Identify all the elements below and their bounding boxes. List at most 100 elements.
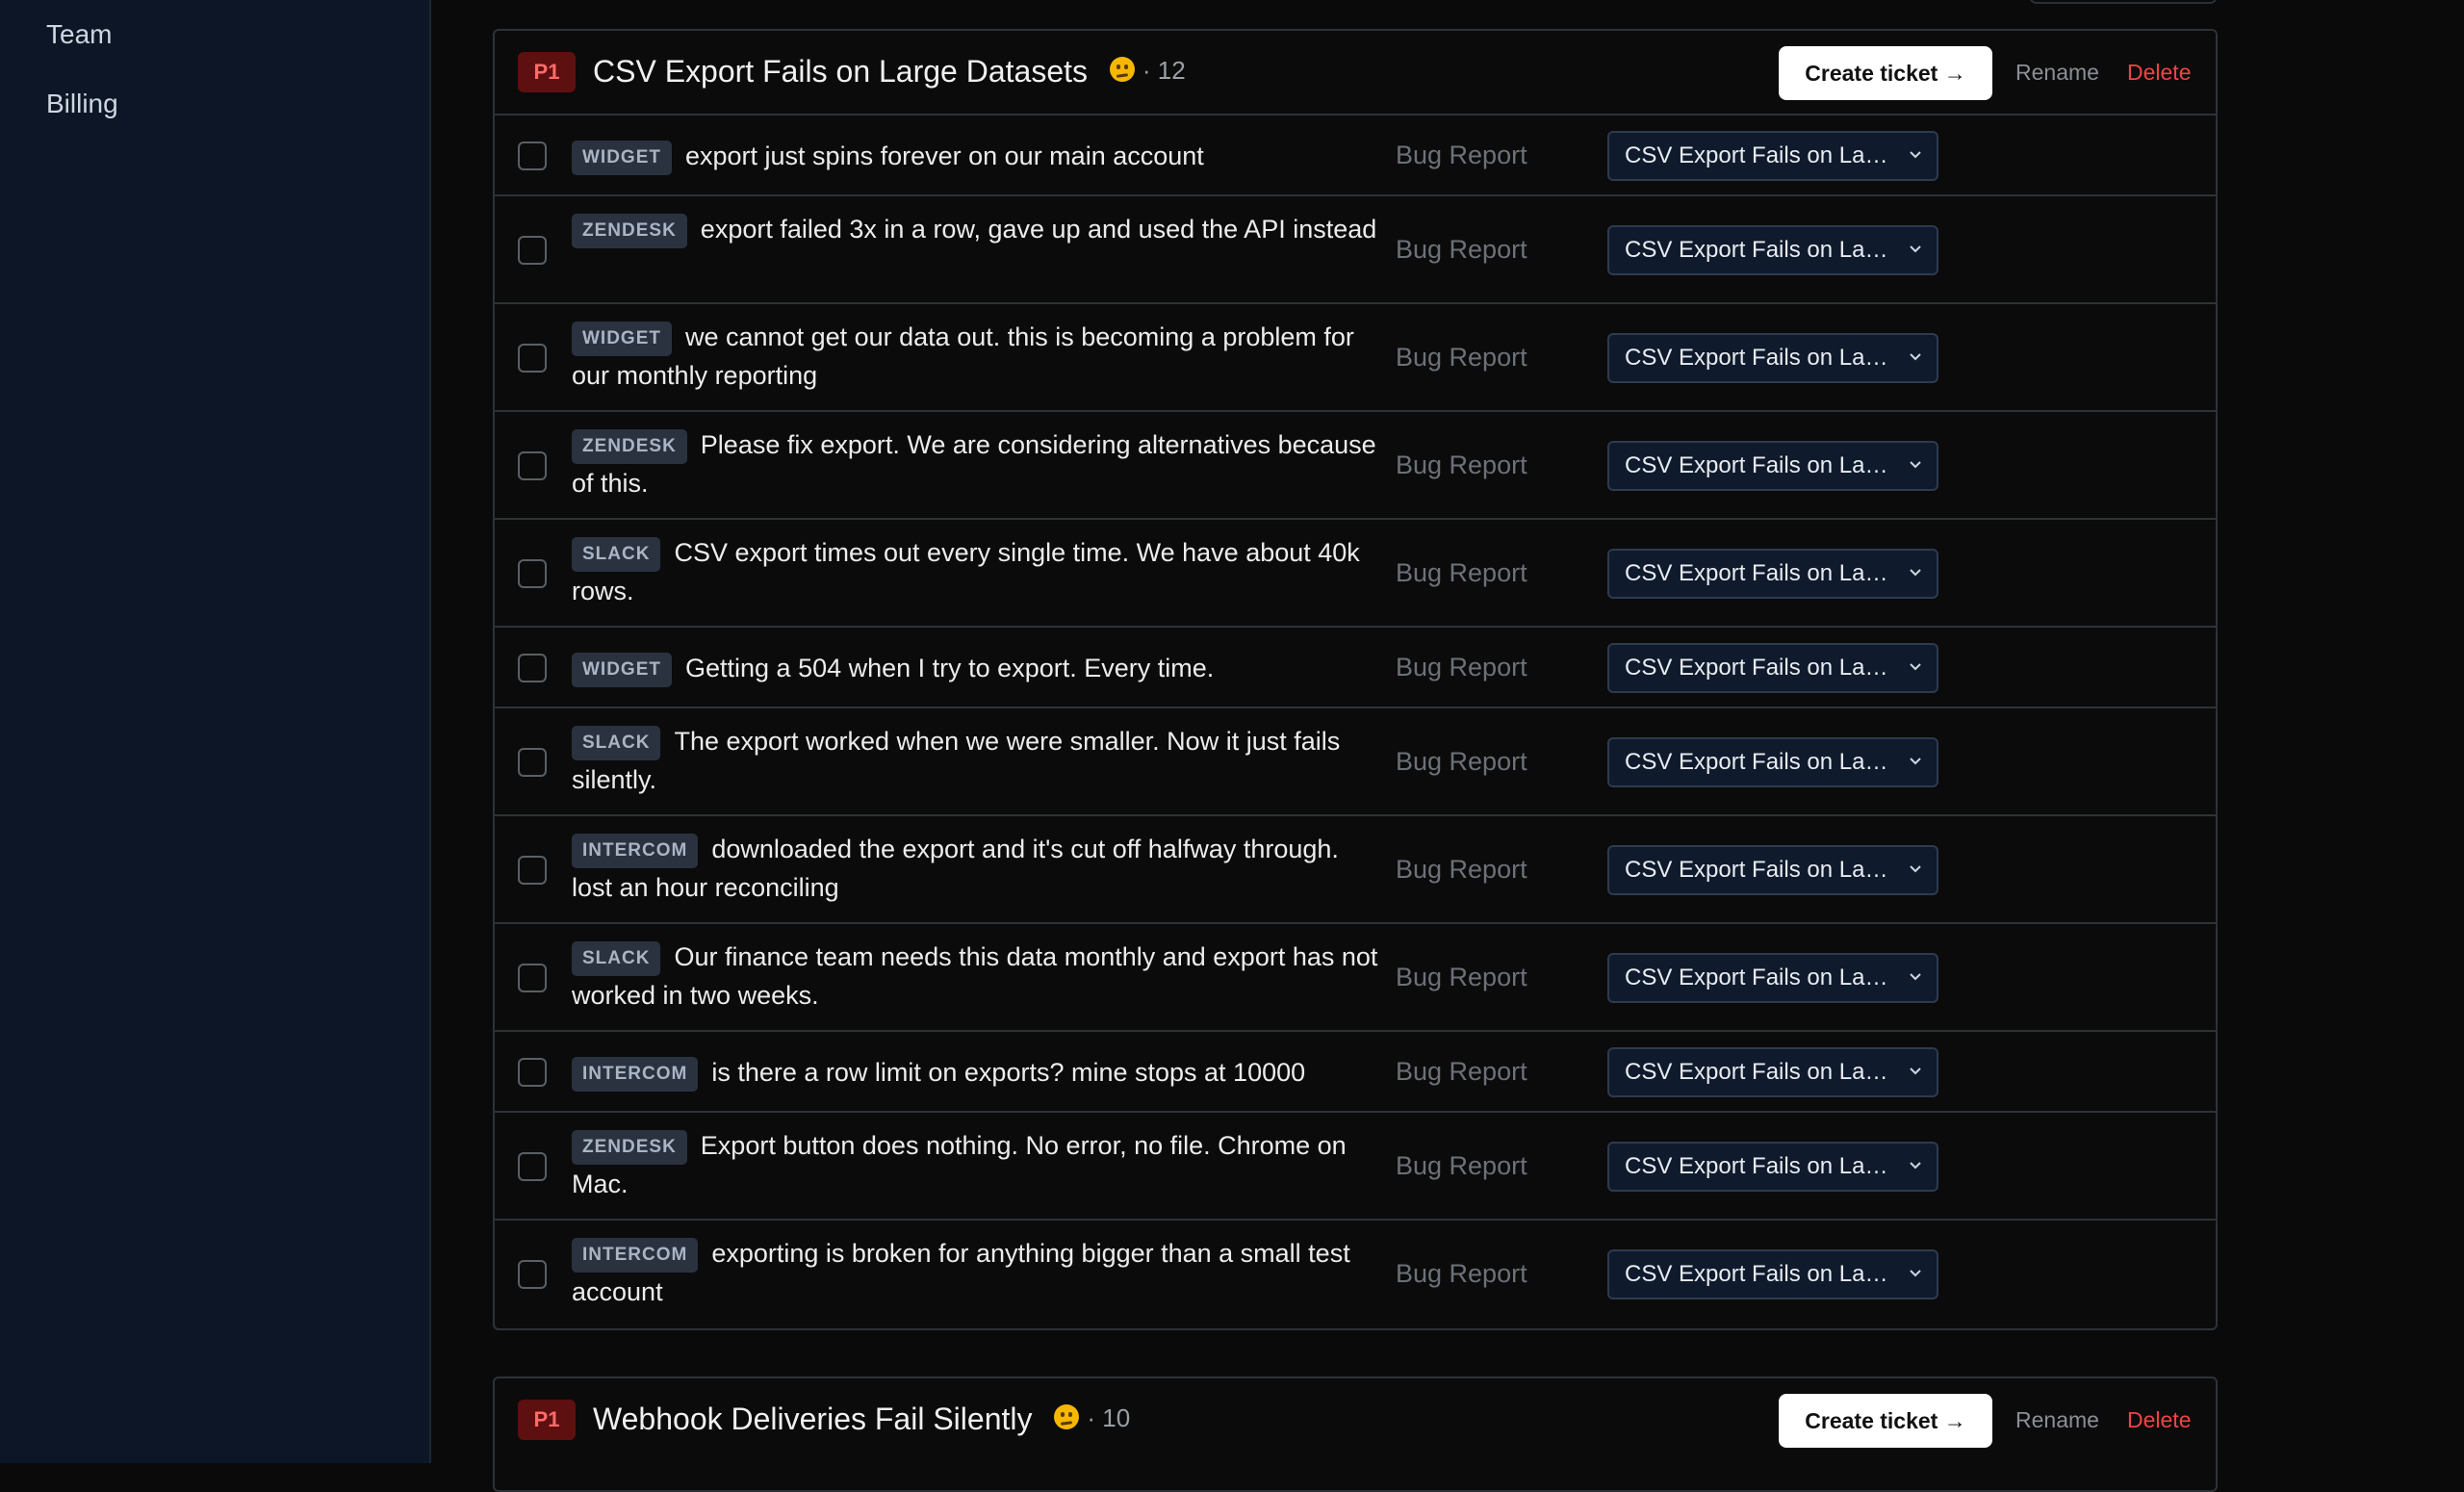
category-label: Bug Report: [1396, 963, 1527, 991]
cluster-select[interactable]: CSV Export Fails on La…: [1607, 1249, 1938, 1299]
feedback-message: ZENDESK Export button does nothing. No er…: [572, 1126, 1380, 1203]
sidebar-item-team[interactable]: Team: [46, 19, 112, 50]
feedback-text: we cannot get our data out. this is beco…: [572, 322, 1354, 390]
row-checkbox[interactable]: [518, 1152, 547, 1181]
feedback-message: WIDGET we cannot get our data out. this i…: [572, 318, 1380, 395]
cluster-header: P1 Webhook Deliveries Fail Silently · 10…: [495, 1378, 2216, 1463]
chevron-down-icon: [1910, 1270, 1921, 1277]
cluster-select[interactable]: CSV Export Fails on La…: [1607, 549, 1938, 599]
cluster-select-value: CSV Export Fails on La…: [1625, 655, 1888, 681]
source-badge: WIDGET: [572, 141, 672, 175]
feedback-text: Export button does nothing. No error, no…: [572, 1131, 1347, 1198]
source-badge: INTERCOM: [572, 834, 699, 868]
feedback-text: Our finance team needs this data monthly…: [572, 942, 1378, 1010]
cluster-select[interactable]: CSV Export Fails on La…: [1607, 441, 1938, 491]
create-ticket-button[interactable]: Create ticket →: [1779, 46, 1992, 100]
category-label: Bug Report: [1396, 558, 1527, 587]
create-ticket-button[interactable]: Create ticket →: [1779, 1394, 1992, 1448]
feedback-row: WIDGET export just spins forever on our m…: [495, 116, 2216, 196]
source-badge: INTERCOM: [572, 1057, 699, 1092]
rename-button[interactable]: Rename: [2015, 60, 2099, 86]
cluster-select-value: CSV Export Fails on La…: [1625, 857, 1888, 883]
frown-emoji-icon: [1109, 57, 1135, 82]
category-label: Bug Report: [1396, 653, 1527, 682]
cluster-select-value: CSV Export Fails on La…: [1625, 142, 1888, 168]
feedback-text: Getting a 504 when I try to export. Ever…: [685, 654, 1215, 682]
chevron-down-icon: [1910, 865, 1921, 873]
feedback-row: INTERCOM is there a row limit on exports?…: [495, 1032, 2216, 1113]
category-label: Bug Report: [1396, 141, 1527, 169]
chevron-down-icon: [1910, 663, 1921, 671]
delete-button[interactable]: Delete: [2127, 1407, 2191, 1433]
category-label: Bug Report: [1396, 343, 1527, 372]
cluster-count: · 10: [1087, 1403, 1131, 1432]
feedback-row: SLACK The export worked when we were smal…: [495, 708, 2216, 816]
cluster-select[interactable]: CSV Export Fails on La…: [1607, 1047, 1938, 1097]
chevron-down-icon: [1910, 461, 1921, 469]
row-checkbox[interactable]: [518, 1260, 547, 1289]
source-badge: ZENDESK: [572, 214, 687, 248]
feedback-message: INTERCOM downloaded the export and it's c…: [572, 830, 1380, 907]
row-checkbox[interactable]: [518, 236, 547, 265]
delete-button[interactable]: Delete: [2127, 60, 2191, 86]
row-checkbox[interactable]: [518, 141, 547, 170]
row-checkbox[interactable]: [518, 654, 547, 682]
source-badge: SLACK: [572, 941, 661, 976]
category-label: Bug Report: [1396, 1057, 1527, 1086]
feedback-message: SLACK Our finance team needs this data mo…: [572, 938, 1380, 1015]
cluster-select[interactable]: CSV Export Fails on La…: [1607, 225, 1938, 275]
feedback-row: SLACK CSV export times out every single t…: [495, 520, 2216, 628]
row-checkbox[interactable]: [518, 559, 547, 588]
partial-control-above: [2029, 0, 2218, 4]
source-badge: ZENDESK: [572, 429, 687, 464]
cluster-meta: · 12: [1109, 56, 1186, 86]
feedback-text: The export worked when we were smaller. …: [572, 727, 1341, 794]
cluster-title: Webhook Deliveries Fail Silently: [593, 1402, 1033, 1436]
category-label: Bug Report: [1396, 855, 1527, 884]
feedback-row: INTERCOM downloaded the export and it's c…: [495, 816, 2216, 924]
feedback-message: INTERCOM is there a row limit on exports?…: [572, 1053, 1380, 1092]
feedback-row: INTERCOM exporting is broken for anything…: [495, 1221, 2216, 1328]
rename-button[interactable]: Rename: [2015, 1407, 2099, 1433]
row-checkbox[interactable]: [518, 964, 547, 992]
chevron-down-icon: [1910, 973, 1921, 981]
priority-badge: P1: [518, 52, 576, 92]
row-checkbox[interactable]: [518, 1058, 547, 1087]
cluster-select-value: CSV Export Fails on La…: [1625, 965, 1888, 990]
feedback-text: is there a row limit on exports? mine st…: [711, 1058, 1306, 1087]
cluster-select[interactable]: CSV Export Fails on La…: [1607, 333, 1938, 383]
row-checkbox[interactable]: [518, 748, 547, 777]
category-label: Bug Report: [1396, 450, 1527, 479]
cluster-select[interactable]: CSV Export Fails on La…: [1607, 131, 1938, 181]
chevron-down-icon: [1910, 1068, 1921, 1075]
chevron-down-icon: [1910, 245, 1921, 253]
row-checkbox[interactable]: [518, 344, 547, 373]
feedback-message: ZENDESK Please fix export. We are conside…: [572, 425, 1380, 502]
cluster-select-value: CSV Export Fails on La…: [1625, 560, 1888, 586]
feedback-message: WIDGET Getting a 504 when I try to export…: [572, 649, 1380, 687]
cluster-select[interactable]: CSV Export Fails on La…: [1607, 1142, 1938, 1192]
feedback-row: ZENDESK export failed 3x in a row, gave u…: [495, 196, 2216, 304]
main-content: P1 CSV Export Fails on Large Datasets · …: [433, 0, 2464, 1492]
feedback-message: ZENDESK export failed 3x in a row, gave u…: [572, 210, 1380, 248]
cluster-select[interactable]: CSV Export Fails on La…: [1607, 737, 1938, 787]
feedback-row: ZENDESK Export button does nothing. No er…: [495, 1113, 2216, 1221]
cluster-select[interactable]: CSV Export Fails on La…: [1607, 643, 1938, 693]
cluster-select-value: CSV Export Fails on La…: [1625, 749, 1888, 775]
cluster-title: CSV Export Fails on Large Datasets: [593, 54, 1089, 89]
cluster-select[interactable]: CSV Export Fails on La…: [1607, 953, 1938, 1003]
feedback-list: WIDGET export just spins forever on our m…: [495, 116, 2216, 1328]
source-badge: SLACK: [572, 726, 661, 760]
cluster-select-value: CSV Export Fails on La…: [1625, 1153, 1888, 1179]
source-badge: WIDGET: [572, 653, 672, 687]
cluster-group: P1 Webhook Deliveries Fail Silently · 10…: [493, 1376, 2218, 1492]
cluster-count: · 12: [1142, 56, 1186, 85]
cluster-select-value: CSV Export Fails on La…: [1625, 345, 1888, 371]
row-checkbox[interactable]: [518, 856, 547, 885]
row-checkbox[interactable]: [518, 451, 547, 480]
chevron-down-icon: [1910, 569, 1921, 577]
cluster-select[interactable]: CSV Export Fails on La…: [1607, 845, 1938, 895]
source-badge: SLACK: [572, 537, 661, 572]
cluster-select-value: CSV Export Fails on La…: [1625, 1059, 1888, 1085]
sidebar-item-billing[interactable]: Billing: [46, 89, 118, 119]
